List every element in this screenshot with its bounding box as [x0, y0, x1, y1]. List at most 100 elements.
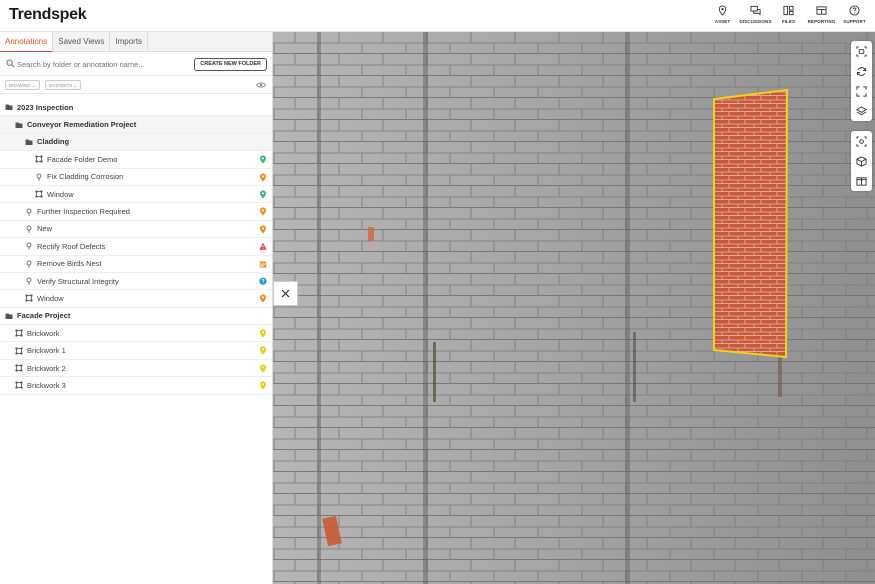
nav-asset[interactable]: ASSET — [706, 3, 739, 29]
tree-annotation-row[interactable]: Fix Cladding Corrosion — [0, 169, 272, 186]
nav-reporting[interactable]: REPORTING — [805, 3, 838, 29]
status-pin-yellow-icon[interactable] — [259, 346, 267, 355]
warning-icon[interactable] — [259, 242, 267, 251]
area-icon — [15, 329, 23, 337]
fullscreen-icon — [856, 85, 867, 97]
pin-icon — [26, 225, 32, 233]
status-pin-green-icon[interactable] — [259, 155, 267, 164]
tree-item-label: Rectify Roof Defects — [37, 241, 106, 251]
pin-icon — [26, 277, 32, 285]
area-icon — [35, 190, 43, 198]
tab-annotations[interactable]: Annotations — [0, 32, 54, 52]
search-input[interactable] — [17, 57, 177, 71]
close-panel-button[interactable] — [273, 281, 298, 306]
pin-icon — [26, 208, 32, 216]
datasets-filter-label: DATASETS — [49, 83, 73, 88]
tree-annotation-row[interactable]: Brickwork 3 — [0, 377, 272, 395]
tree-annotation-row[interactable]: Brickwork 2 — [0, 360, 272, 378]
tree-item-label: Window — [47, 189, 74, 199]
datasets-filter[interactable]: DATASETS ⌄ — [45, 80, 82, 90]
tree-annotation-row[interactable]: Brickwork 1 — [0, 342, 272, 360]
tree-item-label: Brickwork 1 — [27, 346, 66, 356]
tree-annotation-row[interactable]: Window — [0, 290, 272, 308]
help-icon — [849, 5, 860, 16]
tree-annotation-row[interactable]: Remove Birds Nest — [0, 256, 272, 273]
nav-discussions-label: DISCUSSIONS — [739, 19, 772, 24]
tree-item-label: Verify Structural Integrity — [37, 276, 119, 286]
area-icon — [15, 381, 23, 389]
viewer-toolbar-bottom — [851, 131, 872, 191]
tab-saved-views[interactable]: Saved Views — [53, 32, 111, 52]
status-pin-yellow-icon[interactable] — [259, 329, 267, 338]
tree-item-label: Facade Folder Demo — [47, 154, 118, 164]
focus-icon — [856, 135, 867, 147]
search-icon — [6, 59, 15, 68]
help-status-icon[interactable]: ? — [259, 277, 267, 286]
tree-folder-row[interactable]: Conveyor Remediation Project — [0, 116, 272, 134]
tree-item-label: Brickwork 2 — [27, 363, 66, 373]
cube-icon — [856, 155, 867, 167]
nav-files[interactable]: FILES — [772, 3, 805, 29]
app-logo[interactable]: Trendspek — [9, 6, 87, 24]
layers-icon — [856, 105, 867, 115]
tree-annotation-row[interactable]: Verify Structural Integrity? — [0, 273, 272, 291]
report-icon — [816, 6, 827, 15]
tree-folder-row[interactable]: Facade Project — [0, 308, 272, 326]
tree-item-label: Cladding — [37, 137, 70, 147]
wall-model-view[interactable] — [273, 32, 875, 584]
drawing-filter-label: DRAWING — [9, 83, 31, 88]
nav-asset-label: ASSET — [714, 19, 731, 24]
tree-item-label: Remove Birds Nest — [37, 259, 102, 269]
cube-button[interactable] — [851, 151, 872, 171]
tree-annotation-row[interactable]: Brickwork — [0, 325, 272, 343]
model-viewer[interactable] — [273, 32, 875, 584]
focus-button[interactable] — [851, 131, 872, 151]
status-pin-orange-icon[interactable] — [259, 294, 267, 303]
status-pin-orange-icon[interactable] — [259, 225, 267, 234]
tree-annotation-row[interactable]: Rectify Roof Defects — [0, 238, 272, 256]
status-pin-yellow-icon[interactable] — [259, 364, 267, 373]
screenshot-button[interactable] — [851, 41, 872, 61]
folder-icon — [25, 139, 33, 145]
nav-support[interactable]: SUPPORT — [838, 3, 871, 29]
fullscreen-button[interactable] — [851, 81, 872, 101]
refresh-button[interactable] — [851, 61, 872, 81]
status-pin-yellow-icon[interactable] — [259, 381, 267, 390]
tree-folder-row[interactable]: Cladding — [0, 133, 272, 152]
status-pin-green-icon[interactable] — [259, 190, 267, 199]
tree-folder-row[interactable]: 2023 Inspection — [0, 99, 272, 117]
area-icon — [15, 347, 23, 355]
svg-text:?: ? — [261, 279, 264, 285]
viewer-toolbar-top — [851, 41, 872, 121]
tree-annotation-row[interactable]: New — [0, 221, 272, 239]
tree-item-label: Further Inspection Required — [37, 207, 130, 217]
folder-icon — [5, 313, 13, 319]
folder-icon — [15, 122, 23, 128]
nav-discussions[interactable]: DISCUSSIONS — [739, 3, 772, 29]
files-icon — [783, 5, 794, 16]
folder-icon — [5, 104, 13, 111]
split-view-button[interactable] — [851, 171, 872, 191]
tree-item-label: Brickwork — [27, 328, 60, 338]
pin-icon — [26, 242, 32, 251]
eye-icon[interactable] — [256, 81, 266, 89]
main-nav: ASSET DISCUSSIONS FILES REPORTING SUPPOR… — [706, 3, 871, 29]
status-pin-orange-icon[interactable] — [259, 207, 267, 216]
panel-tabs: Annotations Saved Views Imports — [0, 32, 272, 52]
tree-annotation-row[interactable]: Window — [0, 186, 272, 204]
tree-annotation-row[interactable]: Facade Folder Demo — [0, 151, 272, 169]
search-row: CREATE NEW FOLDER — [0, 52, 272, 76]
drawing-filter[interactable]: DRAWING ⌄ — [5, 80, 40, 90]
filter-row: DRAWING ⌄ DATASETS ⌄ — [0, 76, 272, 94]
close-icon — [281, 289, 290, 298]
status-pin-orange-icon[interactable] — [259, 173, 267, 182]
tree-item-label: Brickwork 3 — [27, 380, 66, 390]
layers-button[interactable] — [851, 101, 872, 121]
tab-imports[interactable]: Imports — [110, 32, 149, 52]
tree-item-label: 2023 Inspection — [17, 102, 74, 112]
create-new-folder-button[interactable]: CREATE NEW FOLDER — [194, 58, 267, 71]
tree-item-label: Conveyor Remediation Project — [27, 120, 137, 130]
calendar-icon[interactable] — [259, 260, 267, 269]
tree-annotation-row[interactable]: Further Inspection Required — [0, 203, 272, 221]
tree-item-label: New — [37, 224, 53, 234]
